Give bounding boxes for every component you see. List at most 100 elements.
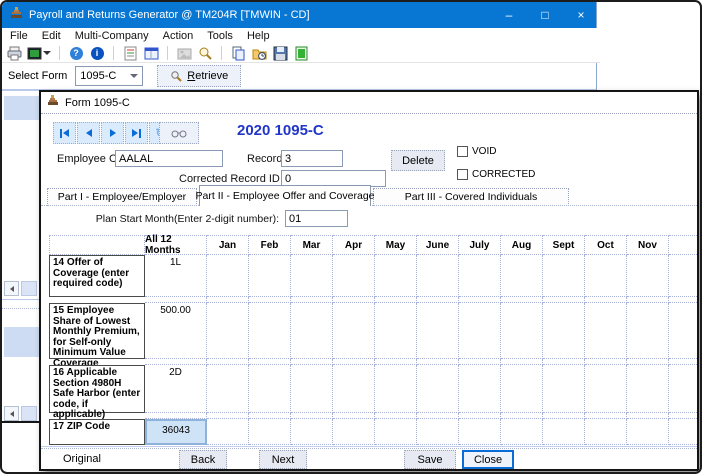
menu-multi-company[interactable]: Multi-Company: [75, 30, 149, 42]
grid-cell-month[interactable]: [669, 419, 699, 445]
maximize-button[interactable]: □: [538, 8, 552, 22]
close-window-button[interactable]: ×: [574, 8, 588, 22]
grid-cell-month[interactable]: [585, 365, 627, 413]
scrollbar-thumb[interactable]: [21, 406, 37, 421]
menu-tools[interactable]: Tools: [207, 30, 233, 42]
void-checkbox[interactable]: [457, 146, 468, 157]
grid-cell-month[interactable]: [627, 419, 669, 445]
grid-cell-month[interactable]: [627, 303, 669, 359]
grid-cell-all-12-months[interactable]: 500.00: [145, 303, 207, 359]
grid-cell-month[interactable]: [291, 419, 333, 445]
grid-cell-month[interactable]: [249, 365, 291, 413]
grid-cell-month[interactable]: [459, 303, 501, 359]
help-icon[interactable]: ?: [68, 45, 84, 61]
plan-start-month-input[interactable]: [285, 210, 348, 227]
menu-file[interactable]: File: [10, 30, 28, 42]
grid-cell-month[interactable]: [669, 303, 699, 359]
grid-cell-month[interactable]: [585, 419, 627, 445]
scrollbar-thumb[interactable]: [21, 281, 37, 296]
grid-cell-month[interactable]: [627, 255, 669, 297]
window-grid-icon[interactable]: [143, 45, 159, 61]
form-document-icon[interactable]: [122, 45, 138, 61]
back-button[interactable]: Back: [179, 450, 227, 469]
copy-records-icon[interactable]: [230, 45, 246, 61]
grid-cell-month[interactable]: [669, 255, 699, 297]
search-icon[interactable]: [197, 45, 213, 61]
grid-cell-month[interactable]: [375, 255, 417, 297]
tab-part1-employee-employer[interactable]: Part I - Employee/Employer: [47, 188, 197, 206]
grid-cell-month[interactable]: [333, 365, 375, 413]
grid-cell-month[interactable]: [291, 303, 333, 359]
grid-cell-month[interactable]: [501, 419, 543, 445]
record-id-input[interactable]: [281, 150, 343, 167]
exit-icon[interactable]: [293, 45, 309, 61]
menu-action[interactable]: Action: [163, 30, 194, 42]
menu-edit[interactable]: Edit: [42, 30, 61, 42]
grid-cell-month[interactable]: [627, 365, 669, 413]
report-export-icon[interactable]: [27, 45, 51, 61]
close-button[interactable]: Close: [462, 450, 514, 469]
first-record-button[interactable]: [53, 122, 76, 144]
minimize-button[interactable]: –: [502, 8, 516, 22]
retrieve-button[interactable]: Retrieve: [157, 65, 241, 87]
horizontal-scrollbar[interactable]: [4, 406, 39, 421]
grid-cell-month[interactable]: [207, 365, 249, 413]
grid-cell-month[interactable]: [417, 255, 459, 297]
save-button[interactable]: Save: [404, 450, 456, 469]
print-icon[interactable]: [6, 45, 22, 61]
preview-button[interactable]: [159, 122, 199, 144]
grid-cell-month[interactable]: [417, 365, 459, 413]
grid-cell-month[interactable]: [291, 255, 333, 297]
form-select-dropdown[interactable]: 1095-C: [75, 66, 143, 86]
grid-cell-month[interactable]: [459, 419, 501, 445]
grid-cell-month[interactable]: [585, 303, 627, 359]
info-icon[interactable]: i: [89, 45, 105, 61]
grid-cell-month[interactable]: [501, 255, 543, 297]
grid-cell-month[interactable]: [459, 365, 501, 413]
grid-cell-month[interactable]: [291, 365, 333, 413]
grid-cell-month[interactable]: [249, 255, 291, 297]
grid-cell-month[interactable]: [333, 255, 375, 297]
grid-cell-month[interactable]: [207, 419, 249, 445]
employee-code-input[interactable]: [115, 150, 223, 167]
grid-cell-month[interactable]: [417, 303, 459, 359]
grid-cell-month[interactable]: [249, 303, 291, 359]
scroll-left-arrow-icon[interactable]: [4, 406, 19, 421]
next-record-button[interactable]: [101, 122, 124, 144]
scroll-left-arrow-icon[interactable]: [4, 281, 19, 296]
grid-cell-all-12-months[interactable]: 1L: [145, 255, 207, 297]
grid-cell-month[interactable]: [501, 303, 543, 359]
menu-help[interactable]: Help: [247, 30, 270, 42]
grid-cell-month[interactable]: [207, 255, 249, 297]
grid-cell-month[interactable]: [249, 419, 291, 445]
horizontal-scrollbar[interactable]: [4, 281, 39, 296]
dropdown-caret-icon[interactable]: [43, 51, 51, 55]
grid-cell-month[interactable]: [543, 255, 585, 297]
grid-cell-month[interactable]: [417, 419, 459, 445]
grid-cell-month[interactable]: [207, 303, 249, 359]
grid-cell-month[interactable]: [669, 365, 699, 413]
grid-cell-month[interactable]: [501, 365, 543, 413]
grid-cell-month[interactable]: [459, 255, 501, 297]
grid-cell-month[interactable]: [543, 303, 585, 359]
grid-cell-month[interactable]: [375, 303, 417, 359]
corrected-checkbox[interactable]: [457, 169, 468, 180]
delete-button[interactable]: Delete: [391, 150, 445, 171]
grid-cell-month[interactable]: [375, 419, 417, 445]
image-disabled-icon[interactable]: [176, 45, 192, 61]
history-icon[interactable]: [251, 45, 267, 61]
previous-record-button[interactable]: [77, 122, 100, 144]
grid-cell-month[interactable]: [543, 365, 585, 413]
grid-cell-all-12-months[interactable]: 2D: [145, 365, 207, 413]
next-button[interactable]: Next: [259, 450, 307, 469]
tab-part2-employee-offer-coverage[interactable]: Part II - Employee Offer and Coverage: [199, 185, 371, 206]
grid-cell-month[interactable]: [585, 255, 627, 297]
grid-cell-month[interactable]: [333, 419, 375, 445]
grid-cell-month[interactable]: [375, 365, 417, 413]
save-icon[interactable]: [272, 45, 288, 61]
grid-cell-all-12-months[interactable]: 36043: [145, 419, 207, 445]
last-record-button[interactable]: [125, 122, 148, 144]
tab-part3-covered-individuals[interactable]: Part III - Covered Individuals: [373, 188, 569, 206]
grid-cell-month[interactable]: [543, 419, 585, 445]
grid-cell-month[interactable]: [333, 303, 375, 359]
